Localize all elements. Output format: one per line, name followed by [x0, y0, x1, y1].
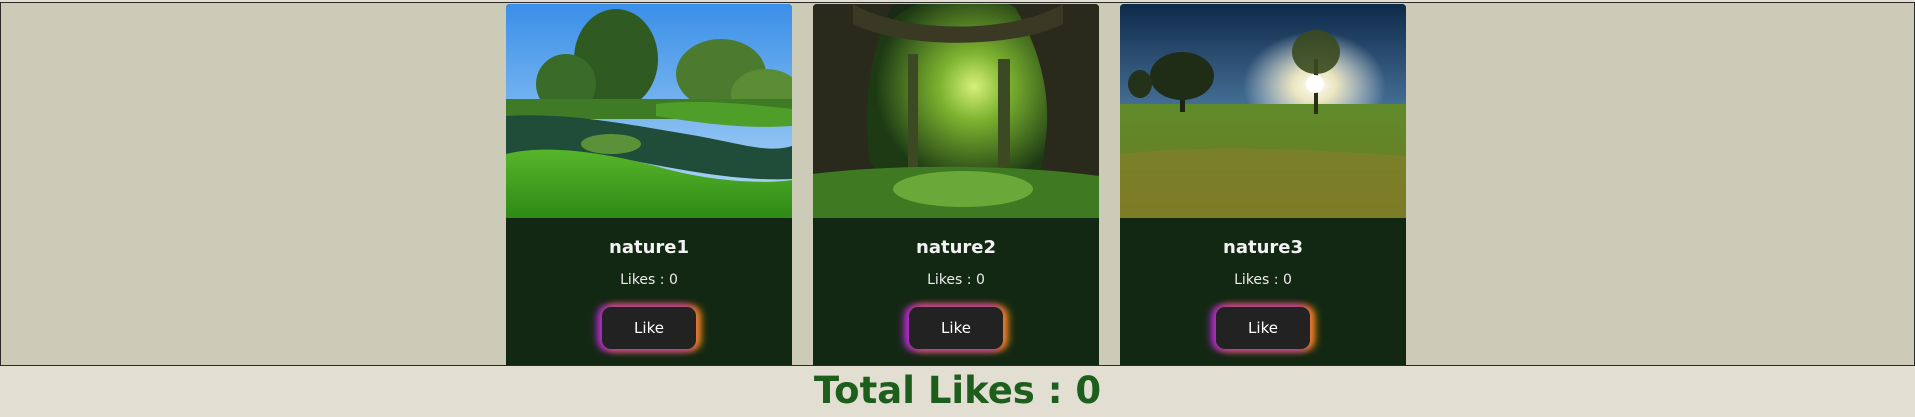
card-likes-count: Likes : 0 — [620, 272, 678, 288]
total-likes-label: Total Likes : 0 — [813, 369, 1102, 412]
forest-tunnel-image — [813, 4, 1099, 218]
card-title: nature3 — [1223, 237, 1303, 258]
card-nature2: nature2 Likes : 0 Like — [813, 4, 1099, 365]
card-image-nature2 — [813, 4, 1099, 218]
meadow-sunset-image — [1120, 4, 1406, 218]
card-nature1: nature1 Likes : 0 Like — [506, 4, 792, 365]
card-nature3: nature3 Likes : 0 Like — [1120, 4, 1406, 365]
gallery-container: nature1 Likes : 0 Like nature2 Likes: 0… — [0, 2, 1915, 366]
like-button[interactable]: Like — [909, 307, 1003, 349]
like-button[interactable]: Like — [602, 307, 696, 349]
card-image-nature1 — [506, 4, 792, 218]
card-likes-count: Likes : 0 — [927, 272, 985, 288]
lake-landscape-image — [506, 4, 792, 218]
card-image-nature3 — [1120, 4, 1406, 218]
card-title: nature2 — [916, 237, 996, 258]
card-title: nature1 — [609, 237, 689, 258]
like-button[interactable]: Like — [1216, 307, 1310, 349]
card-likes-count: Likes : 0 — [1234, 272, 1292, 288]
